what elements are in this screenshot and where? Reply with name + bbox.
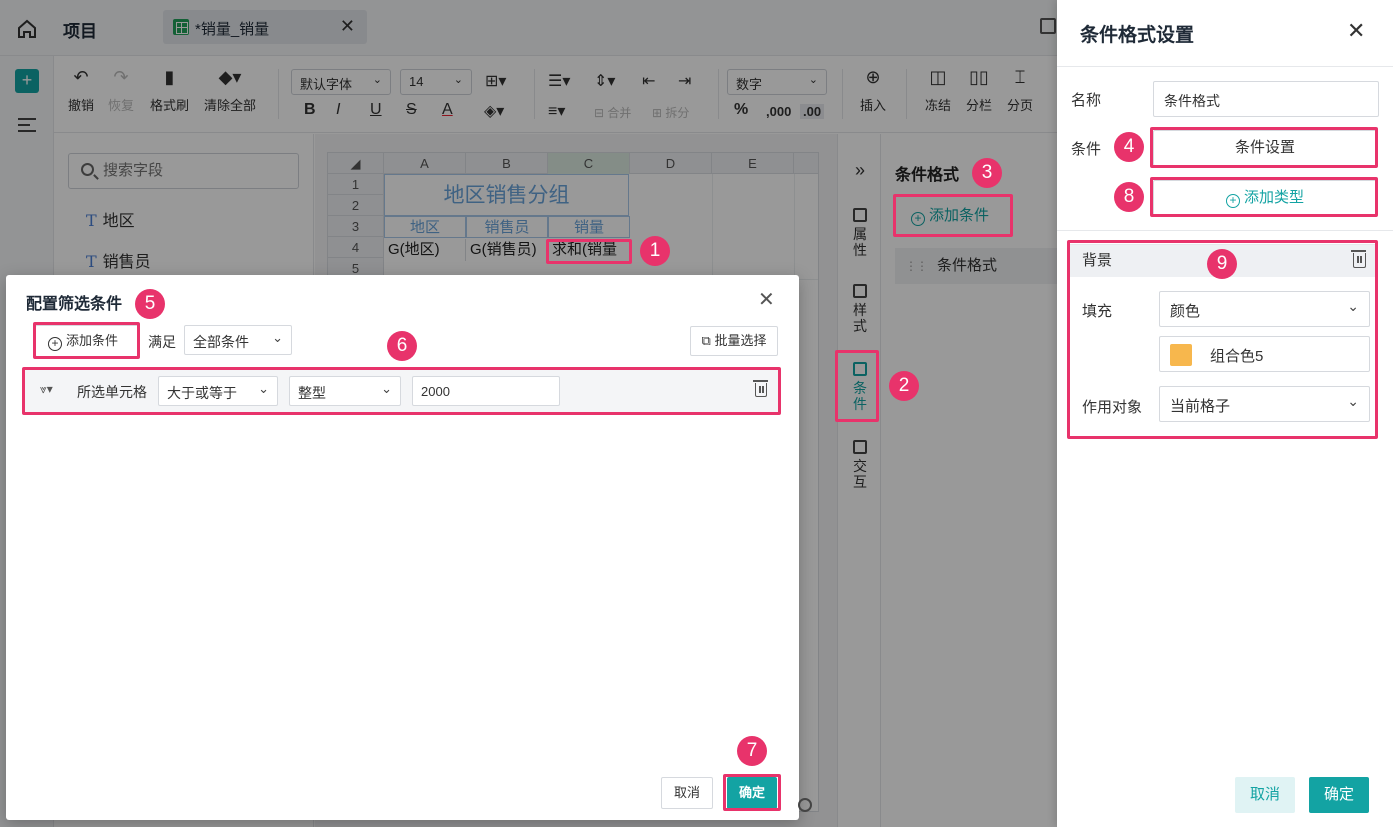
value-input[interactable]: 2000: [412, 376, 560, 406]
condition-row: ⩔▾ 所选单元格 大于或等于 ⌄ 整型 ⌄ 2000: [24, 368, 781, 414]
external-icon: ⧉: [701, 333, 715, 348]
trash-icon[interactable]: [753, 380, 768, 397]
step-badge: 4: [1114, 132, 1144, 162]
trash-icon[interactable]: [1351, 250, 1366, 268]
plus-circle-icon: +: [48, 337, 62, 351]
zoom-icon[interactable]: [798, 798, 812, 812]
fill-label: 填充: [1082, 303, 1113, 320]
close-icon[interactable]: ✕: [1347, 18, 1365, 44]
chevron-down-icon: ⌄: [258, 381, 269, 396]
filter-icon[interactable]: ⩔▾: [40, 382, 53, 397]
drawer-title: 条件格式设置: [1080, 25, 1195, 46]
step-badge: 7: [737, 736, 767, 766]
drawer-cancel-button[interactable]: 取消: [1235, 777, 1295, 813]
chevron-down-icon: ⌄: [1347, 393, 1359, 409]
target-select[interactable]: 当前格子 ⌄: [1159, 386, 1370, 422]
step-badge: 5: [135, 289, 165, 319]
meet-select[interactable]: 全部条件 ⌄: [184, 325, 292, 355]
name-label: 名称: [1071, 92, 1102, 109]
conditional-format-drawer: 条件格式设置 ✕ 名称 条件格式 条件 条件设置 + 添加类型 背景 填充 颜色 ⌄…: [1057, 0, 1393, 827]
divider: [1057, 66, 1393, 67]
operator-select[interactable]: 大于或等于 ⌄: [158, 376, 278, 406]
fill-type-select[interactable]: 颜色 ⌄: [1159, 291, 1370, 327]
step-badge: 8: [1114, 182, 1144, 212]
chevron-down-icon: ⌄: [1347, 298, 1359, 314]
dialog-cancel-button[interactable]: 取消: [661, 777, 713, 809]
name-input[interactable]: 条件格式: [1153, 81, 1379, 117]
condition-label: 条件: [1071, 141, 1102, 158]
close-icon[interactable]: ✕: [758, 287, 775, 312]
target-label: 作用对象: [1082, 399, 1143, 416]
dialog-title: 配置筛选条件: [26, 296, 123, 313]
dialog-ok-button[interactable]: 确定: [727, 777, 777, 809]
batch-select-button[interactable]: ⧉ 批量选择: [690, 326, 778, 356]
plus-circle-icon: +: [1225, 194, 1240, 208]
step-badge: 3: [972, 158, 1002, 188]
color-swatch: [1170, 344, 1192, 366]
divider: [1057, 230, 1393, 231]
chevron-down-icon: ⌄: [272, 330, 283, 345]
meet-label: 满足: [148, 334, 176, 350]
chevron-down-icon: ⌄: [381, 381, 392, 396]
step-badge: 6: [387, 331, 417, 361]
drawer-ok-button[interactable]: 确定: [1309, 777, 1369, 813]
condition-settings-button[interactable]: 条件设置: [1153, 130, 1377, 166]
step-badge: 2: [889, 371, 919, 401]
background-rule-title: 背景: [1082, 252, 1113, 269]
step-badge: 1: [640, 236, 670, 266]
add-type-button[interactable]: + 添加类型: [1153, 180, 1377, 216]
value-type-select[interactable]: 整型 ⌄: [289, 376, 401, 406]
selected-cell-label: 所选单元格: [77, 384, 147, 400]
color-picker[interactable]: 组合色5: [1159, 336, 1370, 372]
add-condition-button[interactable]: + 添加条件: [35, 325, 139, 357]
step-badge: 9: [1207, 249, 1237, 279]
